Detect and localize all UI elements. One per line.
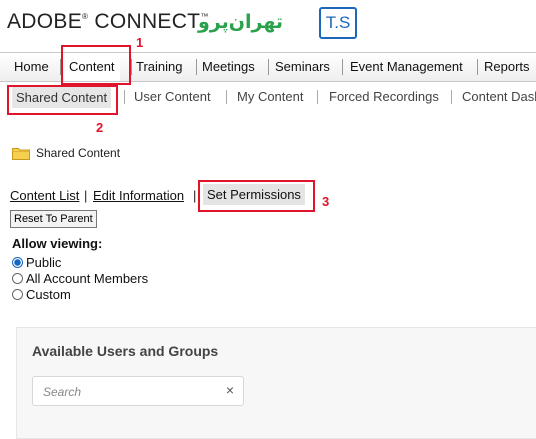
radio-public-row[interactable]: Public [12,255,61,270]
partner-logo-badge: T.S [319,7,357,39]
brand-right: CONNECT [94,10,201,33]
radio-custom[interactable] [12,289,23,300]
nav-meetings[interactable]: Meetings [202,53,255,81]
content-list-link[interactable]: Content List [10,188,79,203]
radio-custom-label: Custom [26,287,71,302]
adobe-connect-logo: ADOBE® CONNECT™ [7,10,209,34]
nav-divider [268,59,269,75]
subnav-divider [226,90,227,104]
nav-reports[interactable]: Reports [484,53,530,81]
link-separator: | [193,188,197,203]
nav-training[interactable]: Training [136,53,182,81]
nav-divider [131,59,132,75]
reset-to-parent-button[interactable]: Reset To Parent [10,210,97,228]
brand-left: ADOBE [7,10,83,33]
edit-information-link[interactable]: Edit Information [93,188,184,203]
radio-custom-row[interactable]: Custom [12,287,71,302]
step-number-1: 1 [136,35,144,50]
link-separator: | [84,188,88,203]
highlight-set-permissions [198,180,315,212]
subnav-divider [451,90,452,104]
nav-event-management[interactable]: Event Management [350,53,463,81]
subnav-content-dashboard[interactable]: Content Dash [462,89,536,104]
subnav-forced-recordings[interactable]: Forced Recordings [329,89,439,104]
highlight-content-tab [61,45,131,85]
radio-all-members-row[interactable]: All Account Members [12,271,148,286]
subnav-divider [317,90,318,104]
partner-logo-text: تهران‌پرو [198,11,283,33]
allow-viewing-label: Allow viewing: [12,236,103,251]
radio-all-account-members[interactable] [12,273,23,284]
brand-reg: ® [82,12,89,21]
subnav-user-content[interactable]: User Content [134,89,211,104]
subnav-divider [124,90,125,104]
partner-logo: تهران‌پرو T.S [198,7,360,41]
highlight-shared-content [7,85,118,115]
step-number-2: 2 [96,120,104,135]
radio-public-label: Public [26,255,62,270]
breadcrumb-label: Shared Content [36,146,121,160]
nav-divider [196,59,197,75]
search-box: × [32,376,244,406]
clear-search-icon[interactable]: × [226,382,234,398]
nav-home[interactable]: Home [14,53,49,81]
subnav-my-content[interactable]: My Content [237,89,303,104]
nav-divider [477,59,478,75]
step-number-3: 3 [322,194,330,209]
radio-all-members-label: All Account Members [26,271,149,286]
nav-divider [342,59,343,75]
search-input[interactable] [41,382,215,402]
nav-seminars[interactable]: Seminars [275,53,330,81]
folder-icon [12,148,30,160]
available-users-title: Available Users and Groups [32,343,219,359]
radio-public[interactable] [12,257,23,268]
breadcrumb: Shared Content [12,146,120,160]
